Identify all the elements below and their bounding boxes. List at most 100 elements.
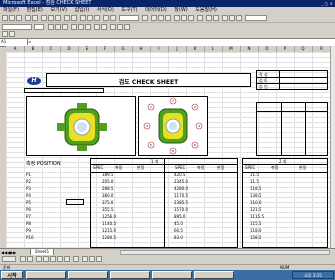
- percent-icon[interactable]: [213, 15, 219, 21]
- start-button[interactable]: 시작: [1, 271, 23, 279]
- menu-help[interactable]: 도움말(H): [195, 7, 216, 13]
- menu-data[interactable]: 데이터(D): [145, 7, 167, 13]
- sheet-title: 검도 CHECK SHEET: [118, 79, 179, 86]
- spec-value: 288.5: [102, 186, 114, 191]
- divider: [257, 83, 327, 84]
- name-box[interactable]: A1: [0, 39, 28, 45]
- save-icon[interactable]: [16, 15, 22, 21]
- style-select[interactable]: [245, 15, 267, 21]
- currency-icon[interactable]: [206, 15, 212, 21]
- spec-value: 1170.5: [174, 193, 188, 198]
- font-color-icon[interactable]: [236, 15, 242, 21]
- taskbar-item[interactable]: [152, 271, 192, 279]
- undo-icon[interactable]: [64, 15, 70, 21]
- right-align-icon[interactable]: [85, 24, 91, 30]
- open-icon[interactable]: [9, 15, 15, 21]
- spec-value: 1215.0: [102, 228, 116, 233]
- menu-format[interactable]: 서식(O): [97, 7, 114, 13]
- new-icon[interactable]: [2, 15, 8, 21]
- window-controls[interactable]: _ ▢ ×: [319, 1, 333, 6]
- cut-icon[interactable]: [41, 15, 47, 21]
- center-align-icon[interactable]: [78, 24, 84, 30]
- border-style-icon[interactable]: [110, 24, 116, 30]
- outdent-icon[interactable]: [101, 24, 107, 30]
- paste-icon[interactable]: [55, 15, 61, 21]
- column-label: SPEC: [93, 165, 104, 170]
- textbox-icon[interactable]: [64, 256, 70, 262]
- spec-value: 1280.5: [102, 235, 116, 240]
- bold-icon[interactable]: [151, 15, 157, 21]
- fill-icon[interactable]: [82, 256, 88, 262]
- highlight-icon[interactable]: [117, 24, 123, 30]
- position-title: 측정 POSITION: [26, 161, 61, 167]
- menu-insert[interactable]: 삽입(I): [75, 7, 90, 13]
- wordart-icon[interactable]: [73, 256, 79, 262]
- drawing-icon[interactable]: [110, 15, 116, 21]
- arrow-icon[interactable]: [43, 256, 49, 262]
- menu-bar: 파일(F) 편집(E) 보기(V) 삽입(I) 서식(O) 도구(T) 데이터(…: [0, 7, 335, 14]
- menu-view[interactable]: 보기(V): [50, 7, 67, 13]
- help-icon[interactable]: [142, 15, 148, 21]
- italic-format-icon[interactable]: [55, 24, 61, 30]
- print-icon[interactable]: [25, 15, 31, 21]
- spec-value: 1256.0: [102, 214, 116, 219]
- taskbar-item[interactable]: [194, 271, 234, 279]
- font-name-select[interactable]: [2, 24, 32, 30]
- font-color-draw-icon[interactable]: [96, 256, 102, 262]
- record-icon[interactable]: [9, 31, 15, 37]
- worksheet[interactable]: H 검도 CHECK SHEET 작 성 검 토 승 인 1 2 3 4 5 6…: [6, 52, 330, 248]
- spec-value: 2385.5: [174, 200, 188, 205]
- merge-icon[interactable]: [197, 15, 203, 21]
- menu-edit[interactable]: 편집(E): [27, 7, 43, 13]
- taskbar-item[interactable]: [68, 271, 108, 279]
- draw-menu-button[interactable]: [2, 256, 16, 262]
- fill-color-icon[interactable]: [229, 15, 235, 21]
- active-cell[interactable]: [66, 199, 84, 205]
- align-center-icon[interactable]: [181, 15, 187, 21]
- underline-format-icon[interactable]: [62, 24, 68, 30]
- copy-icon[interactable]: [48, 15, 54, 21]
- preview-icon[interactable]: [32, 15, 38, 21]
- spec-value: 355.5: [102, 207, 114, 212]
- oval-icon[interactable]: [57, 256, 63, 262]
- sort-desc-icon[interactable]: [94, 15, 100, 21]
- spec-value: 189.5: [102, 172, 114, 177]
- position-label: P1: [26, 172, 31, 177]
- divider: [243, 164, 327, 165]
- position-label: P10: [26, 235, 34, 240]
- menu-tools[interactable]: 도구(T): [121, 7, 137, 13]
- font-size-select[interactable]: [34, 24, 44, 30]
- approval-label: 승 인: [259, 84, 268, 89]
- redo-icon[interactable]: [71, 15, 77, 21]
- sort-asc-icon[interactable]: [87, 15, 93, 21]
- sum-icon[interactable]: [80, 15, 86, 21]
- chart-icon[interactable]: [103, 15, 109, 21]
- text-color-icon[interactable]: [124, 24, 130, 30]
- line-color-icon[interactable]: [89, 256, 95, 262]
- taskbar-item[interactable]: [110, 271, 150, 279]
- select-objects-icon[interactable]: [20, 256, 26, 262]
- macro-icon[interactable]: [2, 31, 8, 37]
- taskbar-item[interactable]: [26, 271, 66, 279]
- autoshapes-icon[interactable]: [27, 256, 33, 262]
- italic-icon[interactable]: [158, 15, 164, 21]
- underline-icon[interactable]: [165, 15, 171, 21]
- align-left-icon[interactable]: [174, 15, 180, 21]
- left-align-icon[interactable]: [71, 24, 77, 30]
- divider: [257, 77, 327, 78]
- indent-icon[interactable]: [94, 24, 100, 30]
- formula-input[interactable]: [36, 39, 326, 45]
- window-title: Microsoft Excel - 점검 CHECK SHEET: [3, 0, 92, 6]
- rectangle-icon[interactable]: [50, 256, 56, 262]
- zoom-select[interactable]: [119, 15, 139, 21]
- spec-value: 118.5: [250, 186, 262, 191]
- bold-format-icon[interactable]: [48, 24, 54, 30]
- borders-icon[interactable]: [222, 15, 228, 21]
- line-icon[interactable]: [36, 256, 42, 262]
- vertical-scrollbar[interactable]: [330, 46, 335, 248]
- menu-file[interactable]: 파일(F): [3, 7, 19, 13]
- align-right-icon[interactable]: [188, 15, 194, 21]
- menu-window[interactable]: 창(W): [174, 7, 187, 13]
- window-title-bar: Microsoft Excel - 점검 CHECK SHEET _ ▢ ×: [0, 0, 335, 7]
- position-label: P9: [26, 228, 31, 233]
